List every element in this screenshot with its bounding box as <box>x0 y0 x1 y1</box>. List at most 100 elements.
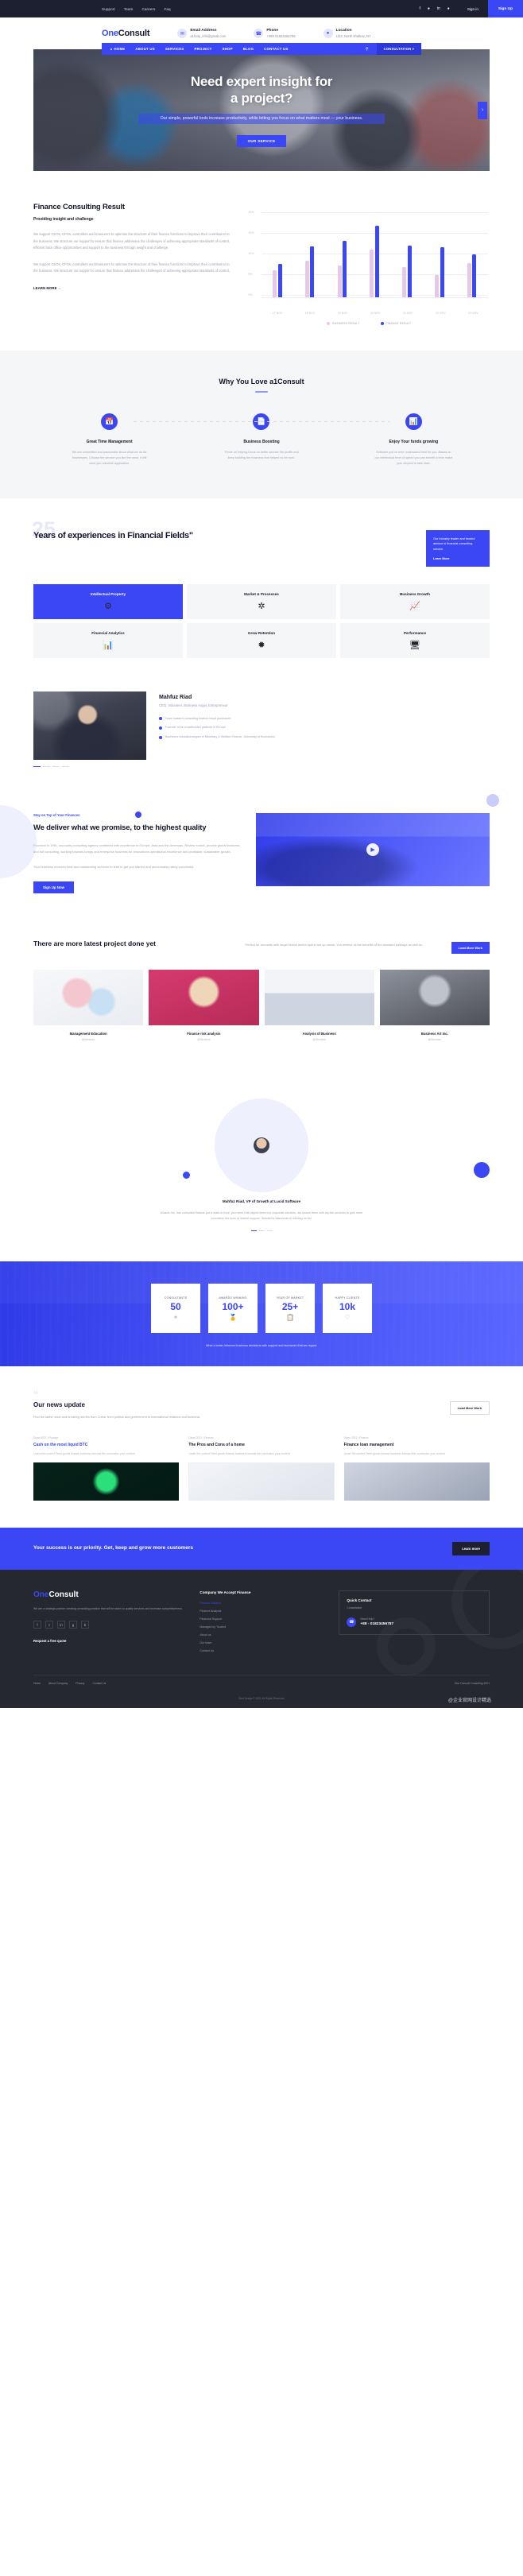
footer-bottom-link[interactable]: About Company <box>48 1682 68 1685</box>
testimonial-dot-0[interactable] <box>250 1230 257 1232</box>
topbar-link-faq[interactable]: Faq <box>164 7 170 11</box>
facebook-icon[interactable]: f <box>33 1621 41 1629</box>
person-dot-3[interactable] <box>62 765 69 768</box>
nav-item-services[interactable]: SERVICES <box>165 47 184 51</box>
nav-item-about-us[interactable]: ABOUT US <box>135 47 154 51</box>
projects-load-more-button[interactable]: Load More Work <box>451 941 490 954</box>
footer-logo-first: One <box>33 1590 49 1599</box>
deliver-signup-button[interactable]: Sign Up Now <box>33 881 75 893</box>
bar-business <box>435 275 439 297</box>
footer-bottom-link[interactable]: Home <box>33 1682 41 1685</box>
news-title-highlight: Cash on the most liquid BTC <box>33 1442 88 1447</box>
play-icon[interactable]: ▶ <box>366 843 380 857</box>
topbar-link-careers[interactable]: Careers <box>141 7 155 11</box>
cta-learn-more-button[interactable]: Learn more <box>452 1541 490 1555</box>
hero-subtitle: Our simple, powerful tools increase prod… <box>138 113 385 125</box>
project-card[interactable]: Finance risk analysis @Services <box>149 969 259 1049</box>
footer-link[interactable]: Our team <box>200 1641 323 1644</box>
linkedin-icon[interactable]: in <box>57 1621 65 1629</box>
footer-about-column: OneConsult We are a strategic partner cr… <box>33 1590 184 1657</box>
topbar-link-team[interactable]: Team <box>124 7 134 11</box>
chart-legend: BUSINESS RESULT FINANCE RESULT <box>249 322 490 325</box>
projects-grid: Management Education @Services Finance ris… <box>33 969 490 1049</box>
legend-item-finance: FINANCE RESULT <box>380 322 412 325</box>
nav-item-shop[interactable]: SHOP <box>223 47 233 51</box>
chevron-right-icon[interactable]: › <box>478 101 487 119</box>
sign-up-button[interactable]: Sign Up <box>487 0 523 17</box>
chart-x-axis-labels: 17 NOV 18 NOV 19 NOV 20 NOV 21 NOV 22 NOV 23 N… <box>262 312 490 315</box>
nav-item-project[interactable]: PROJECT <box>195 47 212 51</box>
bar-business <box>467 262 471 297</box>
heart-hand-icon: ♡ <box>344 1313 351 1321</box>
tab-market-processes[interactable]: Market & Processes ✲ <box>187 583 336 619</box>
counter-label: YEAR OF MARKET <box>276 1296 304 1300</box>
linkedin-icon[interactable]: in <box>437 6 440 11</box>
tab-intellectual-property[interactable]: Intellectual Property ⚙ <box>33 583 183 619</box>
footer-links-title: Company We Accept Finance <box>200 1590 251 1594</box>
nav-item-contact-us[interactable]: CONTACT US <box>264 47 288 51</box>
person-dot-2[interactable] <box>52 765 60 768</box>
footer-phone[interactable]: ☎ Need Help? +88 - 01823456787 <box>347 1617 482 1627</box>
facebook-icon[interactable]: f <box>419 6 420 11</box>
project-card[interactable]: Business Art Inc. @Services <box>379 969 490 1049</box>
footer-link[interactable]: About us <box>200 1633 323 1637</box>
watermark: @企业官网设计精选 <box>447 1698 491 1703</box>
sign-in-link[interactable]: Sign in <box>467 7 478 11</box>
bar-finance <box>407 245 412 297</box>
video-panel[interactable]: ▶ <box>256 813 490 887</box>
search-icon[interactable]: ⚲ <box>366 47 369 52</box>
contact-phone-value: +088 01823456789 <box>266 33 296 38</box>
finance-learn-more-link[interactable]: LEARN MORE → <box>33 286 234 290</box>
tab-business-growth[interactable]: Business Growth 📈 <box>340 583 490 619</box>
experience-card-cta[interactable]: Learn More <box>433 557 482 560</box>
why-item-text-1: Thrive on helping focus on better servic… <box>224 451 299 460</box>
person-bullet-1: Founder of its crowdfunded platform in E… <box>159 726 490 730</box>
tab-grow-retention[interactable]: Grow Retention ✹ <box>187 622 336 658</box>
footer-logo[interactable]: OneConsult <box>33 1590 184 1599</box>
news-card[interactable]: Diyan 2021 | Finance The Pros and Cons of… <box>188 1436 335 1501</box>
twitter-icon[interactable]: ● <box>428 6 430 11</box>
nav-item-home[interactable]: HOME <box>110 47 125 51</box>
footer-link-sub[interactable]: Finance Solution <box>200 1602 323 1605</box>
tab-performance[interactable]: Performance 🖥 <box>340 622 490 658</box>
footer-request-quote[interactable]: Request a free quote <box>33 1639 184 1643</box>
quote-mark-icon: “ <box>33 1389 39 1401</box>
top-utility-bar: Support Team Careers Faq f ● in ● Sign i… <box>0 0 523 17</box>
contact-phone-title: Phone <box>266 29 279 33</box>
hero-cta-button[interactable]: OUR SERVICE <box>236 135 287 148</box>
project-card[interactable]: Management Education @Services <box>33 969 144 1049</box>
person-dot-1[interactable] <box>43 765 50 768</box>
decorative-blob-left <box>0 805 37 879</box>
phone-icon: ☎ <box>254 29 264 38</box>
footer-bottom-link[interactable]: Privacy <box>76 1682 84 1685</box>
googleplus-icon[interactable]: g <box>69 1621 77 1629</box>
footer-link[interactable]: Contact Us <box>200 1649 323 1652</box>
footer-link[interactable]: Managed by Trusted <box>200 1625 323 1629</box>
project-card[interactable]: Analysis of Business @Services <box>264 969 374 1049</box>
dribbble-icon[interactable]: ● <box>447 6 450 11</box>
y-tick-10: 10% <box>248 252 254 255</box>
contact-email: ✉ Email Address a1help_info@gmail.com <box>177 29 226 38</box>
tab-label: Intellectual Property <box>90 591 126 596</box>
project-subtitle: @Services <box>428 1037 442 1041</box>
footer-link[interactable]: Financial Support <box>200 1617 323 1621</box>
person-dot-0[interactable] <box>33 765 41 768</box>
twitter-icon[interactable]: t <box>45 1621 53 1629</box>
testimonial-dot-2[interactable] <box>266 1230 273 1232</box>
consultation-button[interactable]: CONSULTATION ▾ <box>376 43 421 55</box>
site-logo[interactable]: OneConsult <box>102 29 150 38</box>
topbar-link-support[interactable]: Support <box>102 7 115 11</box>
testimonial-dot-1[interactable] <box>258 1230 265 1232</box>
behance-icon[interactable]: b <box>81 1621 89 1629</box>
nav-item-blog[interactable]: BLOG <box>243 47 254 51</box>
news-load-more-button[interactable]: Load More Work <box>449 1401 490 1416</box>
news-card[interactable]: Diyan 2021 | Finance Cash on the most liq… <box>33 1436 180 1501</box>
counters-footnote: What a better informed business decision… <box>205 1344 318 1348</box>
footer-link[interactable]: Finance Analysis <box>200 1610 323 1613</box>
deliver-paragraph-1: Founded in 1991, accounts consulting age… <box>33 843 240 854</box>
footer-bottom-link[interactable]: Contact Us <box>93 1682 107 1685</box>
footer-links-column: Company We Accept Finance Finance Soluti… <box>200 1590 323 1657</box>
news-card[interactable]: Diyan 2021 | Finance Finance loan managem… <box>343 1436 490 1501</box>
footer-bottom-bar: Home About Company Privacy Contact Us One C… <box>33 1674 490 1691</box>
tab-financial-analytics[interactable]: Financial Analytics 📊 <box>33 622 183 658</box>
